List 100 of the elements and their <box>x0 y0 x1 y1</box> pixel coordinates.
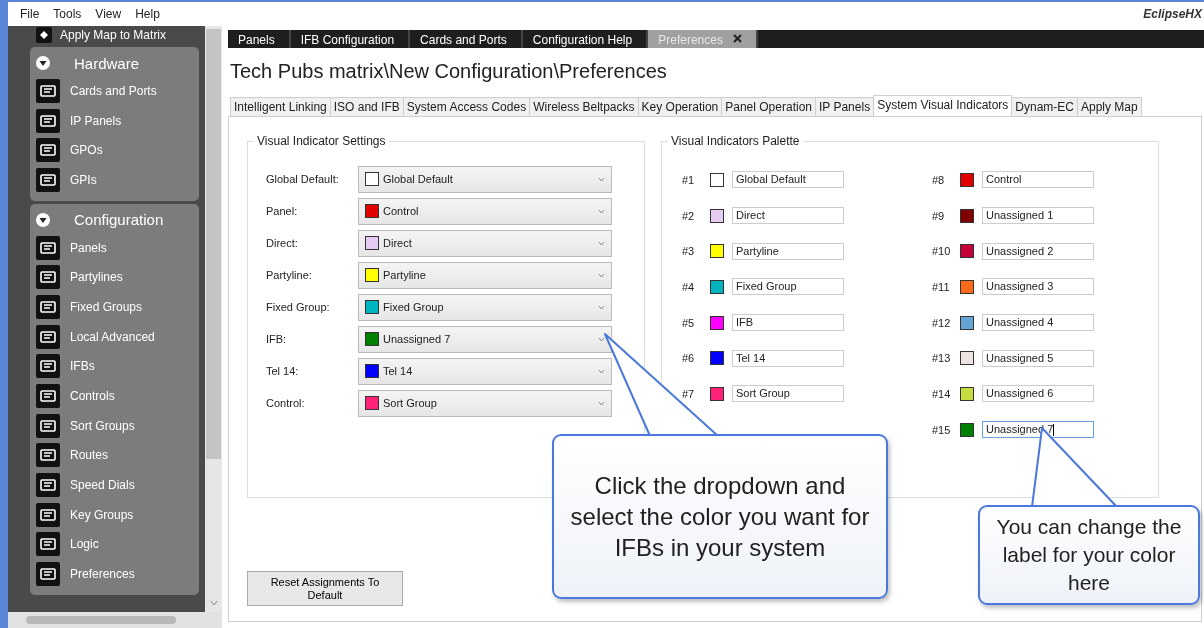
color-dropdown[interactable]: Fixed Group <box>358 293 612 321</box>
sidebar-item[interactable]: Sort Groups <box>70 418 135 433</box>
palette-number: #2 <box>682 209 696 222</box>
sidebar-item[interactable]: Panels <box>70 240 107 255</box>
color-dropdown[interactable]: Tel 14 <box>358 357 612 385</box>
tile-icon <box>36 562 60 587</box>
tile-icon <box>36 324 60 349</box>
label-input-field[interactable]: Partyline <box>732 242 844 260</box>
page-title: Tech Pubs matrix\New Configuration\Preferences <box>230 60 668 84</box>
tile-icon <box>36 354 60 379</box>
label-input-field[interactable]: Sort Group <box>732 385 844 403</box>
tile-icon <box>36 473 60 498</box>
palette-number: #8 <box>932 173 946 186</box>
tile-icon <box>36 78 60 103</box>
chevron-down-icon <box>598 304 605 310</box>
sidebar-item[interactable]: Preferences <box>70 567 135 582</box>
toggle-icon[interactable] <box>36 56 50 70</box>
menu-item[interactable]: Help <box>135 7 160 21</box>
tab[interactable]: System Access Codes <box>402 97 531 116</box>
label-input-field[interactable]: Unassigned 7 <box>982 421 1094 439</box>
tab[interactable]: ISO and IFB <box>329 97 404 116</box>
sidebar-item[interactable]: Cards and Ports <box>70 83 157 98</box>
document-tab[interactable]: Cards and Ports <box>410 30 523 48</box>
sidebar-item[interactable]: Controls <box>70 389 115 404</box>
tab[interactable]: Panel Operation <box>721 97 816 116</box>
close-icon[interactable] <box>732 34 742 43</box>
chevron-down-icon <box>598 272 605 278</box>
tile-icon <box>36 138 60 163</box>
tab[interactable]: Apply Map <box>1077 97 1142 116</box>
palette-number: #7 <box>682 387 696 400</box>
field-label: Control: <box>266 397 306 409</box>
field-label: Direct: <box>266 237 299 249</box>
palette-number: #1 <box>682 173 696 186</box>
label-input-field[interactable]: Unassigned 6 <box>982 385 1094 403</box>
section-title[interactable]: Configuration <box>74 211 164 229</box>
palette-number: #9 <box>932 209 946 222</box>
sidebar-item[interactable]: Partylines <box>70 270 123 285</box>
color-dropdown[interactable]: Control <box>358 197 612 225</box>
menu-item[interactable]: Tools <box>53 7 82 21</box>
callout: You can change the label for your color here <box>978 505 1200 605</box>
label-input-field[interactable]: Control <box>982 171 1094 189</box>
palette-number: #6 <box>682 352 696 365</box>
horizontal-scrollbar[interactable] <box>8 612 222 628</box>
sidebar-item[interactable]: Local Advanced <box>70 329 155 344</box>
palette-number: #11 <box>932 280 951 293</box>
palette-number: #10 <box>932 245 952 258</box>
color-dropdown[interactable]: Global Default <box>358 165 612 193</box>
document-tab[interactable]: Panels <box>228 30 291 48</box>
tile-icon <box>36 235 60 260</box>
section-title[interactable]: Hardware <box>74 54 140 72</box>
sidebar-item[interactable]: Logic <box>70 537 99 552</box>
label-input-field[interactable]: Unassigned 5 <box>982 349 1094 367</box>
sidebar-item[interactable]: IFBs <box>70 359 95 374</box>
sidebar-item[interactable]: IP Panels <box>70 113 122 128</box>
palette-number: #12 <box>932 316 952 329</box>
sidebar-item[interactable]: Routes <box>70 448 109 463</box>
palette-number: #5 <box>682 316 696 329</box>
tab[interactable]: IP Panels <box>815 97 875 116</box>
label-input-field[interactable]: Unassigned 1 <box>982 207 1094 225</box>
tab[interactable]: Key Operation <box>637 97 723 116</box>
group-title: Visual Indicator Settings <box>254 134 389 148</box>
sidebar-item[interactable]: Speed Dials <box>70 478 135 493</box>
sidebar-item[interactable]: Apply Map to Matrix <box>30 26 199 44</box>
field-label: Tel 14: <box>266 365 300 377</box>
label-input-field[interactable]: Direct <box>732 207 844 225</box>
tile-icon <box>36 443 60 468</box>
tab[interactable]: Wireless Beltpacks <box>529 97 639 116</box>
sidebar-item[interactable]: Key Groups <box>70 507 134 522</box>
label-input-field[interactable]: Unassigned 3 <box>982 278 1094 296</box>
palette-number: #4 <box>682 280 696 293</box>
label-input-field[interactable]: IFB <box>732 314 844 332</box>
label-input-field[interactable]: Fixed Group <box>732 278 844 296</box>
vertical-scrollbar[interactable] <box>205 26 222 612</box>
sidebar-item[interactable]: GPOs <box>70 143 103 158</box>
chevron-down-icon <box>598 240 605 246</box>
reset-button[interactable]: Reset Assignments To Default <box>247 571 403 606</box>
document-tab[interactable]: IFB Configuration <box>290 30 411 48</box>
label-input-field[interactable]: Unassigned 2 <box>982 242 1094 260</box>
tile-icon <box>36 294 60 319</box>
chevron-down-icon <box>598 336 605 342</box>
field-label: Panel: <box>266 205 299 217</box>
tile-icon <box>36 502 60 527</box>
sidebar-item[interactable]: GPIs <box>70 172 97 187</box>
tab[interactable]: Dynam-EC <box>1011 97 1078 116</box>
tab[interactable]: Intelligent Linking <box>230 97 331 116</box>
callout: Click the dropdown and select the color you want for IFBs in your system <box>552 434 888 599</box>
menu-item[interactable]: File <box>20 7 40 21</box>
tile-icon <box>36 532 60 557</box>
toggle-icon[interactable] <box>36 212 50 227</box>
color-dropdown[interactable]: Unassigned 7 <box>358 325 612 353</box>
color-dropdown[interactable]: Partyline <box>358 261 612 289</box>
label-input-field[interactable]: Tel 14 <box>732 349 844 367</box>
color-dropdown[interactable]: Sort Group <box>358 389 612 417</box>
color-dropdown[interactable]: Direct <box>358 229 612 257</box>
menu-item[interactable]: View <box>95 7 122 21</box>
label-input-field[interactable]: Unassigned 4 <box>982 314 1094 332</box>
tile-icon <box>36 384 60 409</box>
tile-icon <box>36 167 60 192</box>
label-input-field[interactable]: Global Default <box>732 171 844 189</box>
sidebar-item[interactable]: Fixed Groups <box>70 299 143 314</box>
